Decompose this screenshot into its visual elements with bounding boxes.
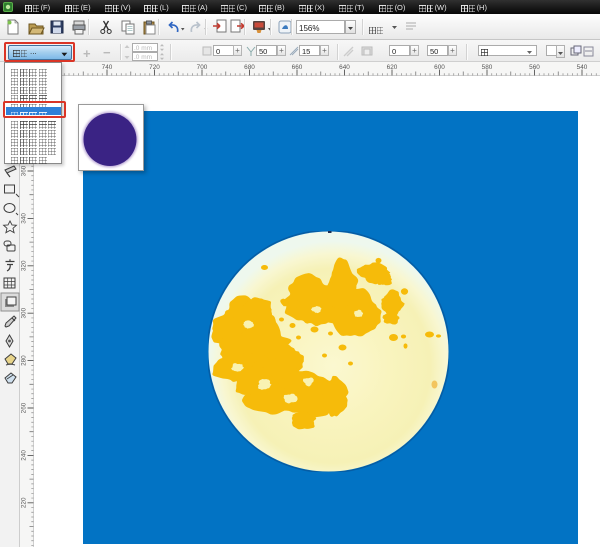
svg-text:320: 320 xyxy=(21,260,28,271)
svg-text:560: 560 xyxy=(529,64,540,71)
svg-text:640: 640 xyxy=(339,64,350,71)
svg-text:660: 660 xyxy=(292,64,303,71)
svg-text:600: 600 xyxy=(434,64,445,71)
svg-text:220: 220 xyxy=(21,497,28,508)
svg-text:340: 340 xyxy=(21,213,28,224)
svg-text:700: 700 xyxy=(197,64,208,71)
svg-text:580: 580 xyxy=(482,64,493,71)
svg-text:300: 300 xyxy=(21,307,28,318)
svg-text:720: 720 xyxy=(149,64,160,71)
svg-text:680: 680 xyxy=(244,64,255,71)
svg-text:360: 360 xyxy=(21,165,28,176)
svg-text:240: 240 xyxy=(21,450,28,461)
svg-text:740: 740 xyxy=(102,64,113,71)
svg-text:540: 540 xyxy=(577,64,588,71)
svg-text:620: 620 xyxy=(387,64,398,71)
svg-text:260: 260 xyxy=(21,402,28,413)
svg-text:280: 280 xyxy=(21,355,28,366)
